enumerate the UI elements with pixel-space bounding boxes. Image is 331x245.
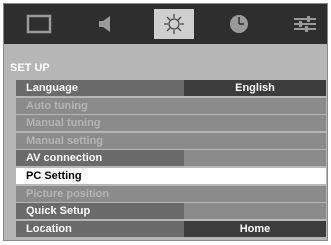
menu-item-value bbox=[184, 97, 326, 114]
menu-item-value: English bbox=[184, 80, 326, 96]
tab-setup[interactable] bbox=[154, 9, 194, 39]
menu-item-value bbox=[184, 167, 326, 184]
menu-item-picture-position[interactable]: Picture position bbox=[16, 185, 326, 204]
tab-sound[interactable] bbox=[86, 9, 126, 39]
section-title: SET UP bbox=[10, 62, 50, 74]
menu-item-label: Location bbox=[16, 220, 184, 237]
menu-item-label: Auto tuning bbox=[16, 97, 184, 114]
tab-picture[interactable] bbox=[19, 9, 59, 39]
menu-tab-bar bbox=[4, 4, 327, 44]
menu-item-value bbox=[184, 115, 326, 132]
menu-item-quick-setup[interactable]: Quick Setup bbox=[16, 203, 326, 221]
gear-icon bbox=[164, 14, 184, 34]
menu-item-value bbox=[184, 132, 326, 149]
tab-timer[interactable] bbox=[219, 9, 259, 39]
setup-menu-list: Language English Auto tuning Manual tuning M… bbox=[16, 80, 326, 238]
menu-item-label: Manual tuning bbox=[16, 115, 184, 132]
menu-item-label: PC Setting bbox=[16, 167, 184, 184]
menu-item-manual-tuning[interactable]: Manual tuning bbox=[16, 115, 326, 133]
menu-item-value bbox=[184, 185, 326, 202]
menu-item-auto-tuning[interactable]: Auto tuning bbox=[16, 97, 326, 116]
menu-item-label: Picture position bbox=[16, 185, 184, 202]
tv-menu-panel: SET UP Language English Auto tuning Manual … bbox=[3, 3, 328, 241]
tab-features[interactable] bbox=[285, 9, 325, 39]
menu-item-label: Manual setting bbox=[16, 132, 184, 149]
clock-icon bbox=[230, 15, 248, 33]
menu-item-av-connection[interactable]: AV connection bbox=[16, 150, 326, 168]
speaker-icon bbox=[99, 16, 110, 32]
menu-item-label: Language bbox=[16, 80, 184, 96]
menu-item-value bbox=[184, 203, 326, 220]
menu-item-manual-setting[interactable]: Manual setting bbox=[16, 132, 326, 151]
menu-item-location[interactable]: Location Home bbox=[16, 220, 326, 239]
menu-item-value: Home bbox=[184, 220, 326, 237]
menu-item-label: Quick Setup bbox=[16, 203, 184, 220]
menu-item-language[interactable]: Language English bbox=[16, 80, 326, 98]
menu-item-pc-setting[interactable]: PC Setting bbox=[16, 167, 326, 186]
screen-icon bbox=[26, 14, 52, 34]
menu-item-value bbox=[184, 150, 326, 167]
sliders-icon bbox=[294, 16, 316, 32]
menu-item-label: AV connection bbox=[16, 150, 184, 167]
